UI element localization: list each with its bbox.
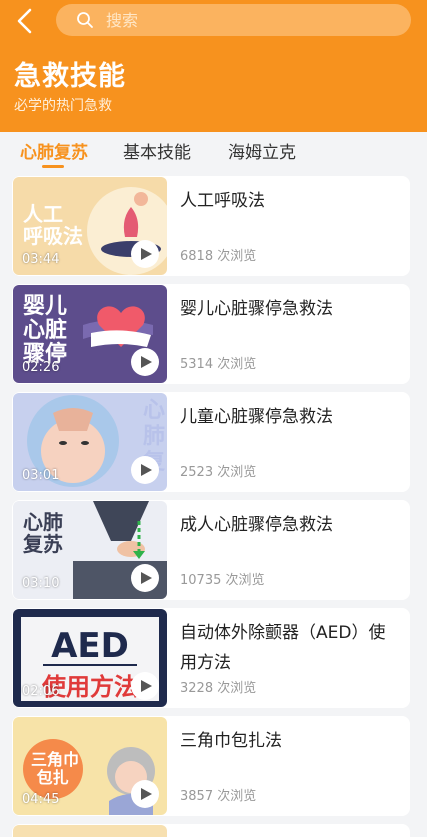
video-duration: 03:01 <box>22 468 60 483</box>
thumbnail-caption: 三角巾 包扎 <box>31 750 80 787</box>
search-icon <box>77 12 93 28</box>
video-duration: 04:45 <box>22 792 60 807</box>
video-card[interactable]: 三角巾 包扎 04:45 三角巾包扎法 3857 次浏览 <box>12 716 410 816</box>
thumbnail-caption: 人工 呼吸法 <box>23 202 83 248</box>
video-thumbnail[interactable] <box>13 825 167 837</box>
view-count: 3857 次浏览 <box>180 789 257 804</box>
view-count: 6818 次浏览 <box>180 249 257 264</box>
play-icon <box>141 788 152 800</box>
video-duration: 03:44 <box>22 252 60 267</box>
page-subtitle: 必学的热门急救 <box>14 98 112 114</box>
play-icon <box>141 680 152 692</box>
svg-text:肺: 肺 <box>143 424 165 449</box>
video-thumbnail[interactable]: AED 使用方法 02:06 <box>13 609 167 707</box>
video-card[interactable]: 心肺 复苏 03:10 成人心脏骤停急救法 10735 次浏览 <box>12 500 410 600</box>
video-thumbnail[interactable]: 人工 呼吸法 03:44 <box>13 177 167 275</box>
svg-text:AED: AED <box>51 626 129 666</box>
view-count: 2523 次浏览 <box>180 465 257 480</box>
play-icon <box>141 248 152 260</box>
video-thumbnail[interactable]: 三角巾 包扎 04:45 <box>13 717 167 815</box>
play-icon <box>141 464 152 476</box>
video-card[interactable]: 心 肺 复 03:01 儿童心脏骤停急救法 2523 次浏览 <box>12 392 410 492</box>
video-duration: 02:26 <box>22 360 60 375</box>
tab-cpr[interactable]: 心肺复苏 <box>20 138 88 163</box>
svg-text:心: 心 <box>143 398 165 423</box>
video-duration: 02:06 <box>22 684 60 699</box>
play-button[interactable] <box>131 456 159 484</box>
video-duration: 03:10 <box>22 576 60 591</box>
view-count: 5314 次浏览 <box>180 357 257 372</box>
play-button[interactable] <box>131 672 159 700</box>
video-list: 人工 呼吸法 03:44 人工呼吸法 6818 次浏览 婴儿 心脏 骤停 02:26 … <box>12 176 410 824</box>
play-button[interactable] <box>131 240 159 268</box>
video-title[interactable]: 成人心脏骤停急救法 <box>180 511 400 541</box>
video-card[interactable]: AED 使用方法 02:06 自动体外除颤器（AED）使用方法 3228 次浏览 <box>12 608 410 708</box>
video-title[interactable]: 三角巾包扎法 <box>180 727 400 757</box>
thumbnail-caption: 婴儿 心脏 骤停 <box>23 294 68 368</box>
view-count: 3228 次浏览 <box>180 681 257 696</box>
video-title[interactable]: 人工呼吸法 <box>180 187 400 217</box>
active-tab-indicator <box>42 165 64 168</box>
play-button[interactable] <box>131 348 159 376</box>
thumbnail-caption: 心肺 复苏 <box>23 510 63 556</box>
view-count: 10735 次浏览 <box>180 573 265 588</box>
play-icon <box>141 356 152 368</box>
header: 急救技能 必学的热门急救 <box>0 0 427 132</box>
video-title[interactable]: 婴儿心脏骤停急救法 <box>180 295 400 325</box>
back-button[interactable] <box>10 6 40 36</box>
play-button[interactable] <box>131 564 159 592</box>
search-box[interactable] <box>56 4 411 36</box>
play-button[interactable] <box>131 780 159 808</box>
play-icon <box>141 572 152 584</box>
video-card[interactable]: 人工 呼吸法 03:44 人工呼吸法 6818 次浏览 <box>12 176 410 276</box>
video-title[interactable]: 自动体外除颤器（AED）使用方法 <box>180 619 400 679</box>
video-thumbnail[interactable]: 心 肺 复 03:01 <box>13 393 167 491</box>
search-input[interactable] <box>106 10 366 30</box>
tab-basic-skills[interactable]: 基本技能 <box>123 138 191 163</box>
video-thumbnail[interactable]: 婴儿 心脏 骤停 02:26 <box>13 285 167 383</box>
video-title[interactable]: 儿童心脏骤停急救法 <box>180 403 400 433</box>
chevron-left-icon <box>17 8 32 34</box>
tab-heimlich[interactable]: 海姆立克 <box>228 138 296 163</box>
video-card-partial[interactable] <box>12 824 410 837</box>
video-card[interactable]: 婴儿 心脏 骤停 02:26 婴儿心脏骤停急救法 5314 次浏览 <box>12 284 410 384</box>
video-thumbnail[interactable]: 心肺 复苏 03:10 <box>13 501 167 599</box>
page-title: 急救技能 <box>14 61 126 92</box>
tab-bar: 心肺复苏 基本技能 海姆立克 <box>0 132 427 172</box>
